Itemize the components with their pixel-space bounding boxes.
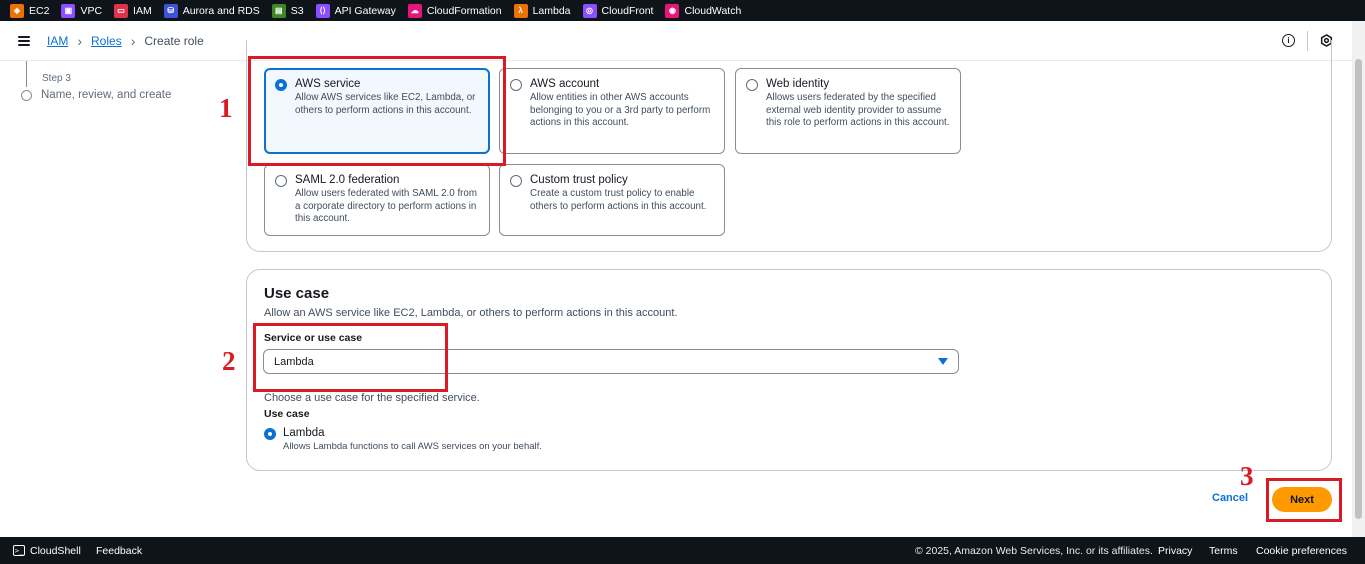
- entity-option-custom-trust-policy[interactable]: Custom trust policy Create a custom trus…: [499, 164, 725, 236]
- breadcrumb: IAM › Roles › Create role: [47, 34, 204, 48]
- entity-option-title: Custom trust policy: [530, 174, 628, 186]
- s3-icon: ▤: [271, 3, 286, 18]
- use-case-option-title[interactable]: Lambda: [283, 427, 325, 439]
- service-shortcut-api-gateway[interactable]: ⟨⟩ API Gateway: [315, 3, 396, 18]
- rds-icon: ⛁: [163, 3, 178, 18]
- cloudshell-icon[interactable]: >_: [13, 545, 25, 556]
- console-footer: >_ CloudShell Feedback © 2025, Amazon We…: [0, 537, 1365, 564]
- service-select-value: Lambda: [274, 355, 314, 368]
- use-case-option-desc: Allows Lambda functions to call AWS serv…: [283, 441, 542, 452]
- cloudformation-icon: ☁: [407, 3, 422, 18]
- service-shortcut-cloudwatch[interactable]: ◉ CloudWatch: [665, 3, 741, 18]
- lambda-icon: λ: [513, 3, 528, 18]
- entity-option-title: SAML 2.0 federation: [295, 174, 400, 186]
- service-shortcut-ec2[interactable]: ◈ EC2: [10, 3, 49, 18]
- feedback-link[interactable]: Feedback: [96, 545, 142, 557]
- cloudfront-icon: ◎: [582, 3, 597, 18]
- entity-option-desc: Create a custom trust policy to enable o…: [530, 188, 707, 212]
- radio-selected-icon[interactable]: [275, 79, 287, 91]
- entity-option-title: Web identity: [766, 78, 830, 90]
- step-number: Step 3: [42, 73, 71, 84]
- service-shortcut-cloudformation[interactable]: ☁ CloudFormation: [407, 3, 502, 18]
- page-scrollbar[interactable]: [1352, 21, 1365, 556]
- entity-option-web-identity[interactable]: Web identity Allows users federated by t…: [735, 68, 961, 154]
- trusted-entity-panel: AWS service Allow AWS services like EC2,…: [246, 40, 1332, 252]
- annotation-number-3: 3: [1240, 461, 1254, 491]
- entity-option-desc: Allows users federated by the specified …: [766, 92, 950, 128]
- entity-option-desc: Allow AWS services like EC2, Lambda, or …: [295, 92, 476, 116]
- cookie-preferences-link[interactable]: Cookie preferences: [1256, 545, 1347, 557]
- service-shortcut-cloudfront[interactable]: ◎ CloudFront: [582, 3, 653, 18]
- entity-option-aws-service[interactable]: AWS service Allow AWS services like EC2,…: [264, 68, 490, 154]
- use-case-description: Allow an AWS service like EC2, Lambda, o…: [264, 307, 678, 319]
- annotation-number-1: 1: [219, 93, 233, 123]
- ec2-icon: ◈: [10, 3, 24, 18]
- service-field-label: Service or use case: [264, 332, 363, 344]
- entity-option-title: AWS service: [295, 78, 361, 90]
- iam-icon: ▭: [114, 3, 129, 18]
- use-case-hint: Choose a use case for the specified serv…: [264, 392, 480, 404]
- radio-icon[interactable]: [510, 175, 522, 187]
- api-gateway-icon: ⟨⟩: [315, 3, 330, 18]
- use-case-panel: Use case Allow an AWS service like EC2, …: [246, 269, 1332, 471]
- terms-link[interactable]: Terms: [1209, 545, 1238, 557]
- hamburger-menu-icon[interactable]: [18, 36, 30, 46]
- step-name[interactable]: Name, review, and create: [41, 89, 171, 101]
- caret-down-icon[interactable]: [938, 358, 948, 365]
- entity-option-desc: Allow users federated with SAML 2.0 from…: [295, 188, 478, 224]
- service-shortcut-bar: ◈ EC2 ▣ VPC ▭ IAM ⛁ Aurora and RDS ▤ S3 ⟨⟩ API…: [0, 0, 1365, 21]
- breadcrumb-roles[interactable]: Roles: [91, 34, 122, 48]
- radio-icon[interactable]: [275, 175, 287, 187]
- radio-icon[interactable]: [510, 79, 522, 91]
- use-case-options-label: Use case: [264, 408, 310, 420]
- service-shortcut-s3[interactable]: ▤ S3: [271, 3, 304, 18]
- vpc-icon: ▣: [61, 3, 76, 18]
- breadcrumb-iam[interactable]: IAM: [47, 34, 68, 48]
- service-shortcut-lambda[interactable]: λ Lambda: [513, 3, 571, 18]
- step-connector: [26, 61, 27, 87]
- chevron-right-icon: ›: [77, 33, 83, 49]
- service-select[interactable]: Lambda: [263, 349, 959, 374]
- radio-icon[interactable]: [746, 79, 758, 91]
- step-indicator-icon: [21, 90, 32, 101]
- annotation-number-2: 2: [222, 346, 236, 376]
- chevron-right-icon: ›: [130, 33, 136, 49]
- cancel-button[interactable]: Cancel: [1212, 492, 1248, 504]
- entity-option-title: AWS account: [530, 78, 600, 90]
- breadcrumb-current: Create role: [144, 34, 204, 48]
- copyright-text: © 2025, Amazon Web Services, Inc. or its…: [915, 545, 1153, 557]
- cloudwatch-icon: ◉: [665, 3, 680, 18]
- entity-option-saml-federation[interactable]: SAML 2.0 federation Allow users federate…: [264, 164, 490, 236]
- next-button[interactable]: Next: [1272, 487, 1332, 512]
- entity-option-desc: Allow entities in other AWS accounts bel…: [530, 92, 711, 128]
- radio-selected-icon[interactable]: [264, 428, 276, 440]
- service-shortcut-rds[interactable]: ⛁ Aurora and RDS: [163, 3, 260, 18]
- service-shortcut-vpc[interactable]: ▣ VPC: [61, 3, 102, 18]
- service-shortcut-iam[interactable]: ▭ IAM: [114, 3, 152, 18]
- scroll-thumb[interactable]: [1355, 59, 1362, 519]
- use-case-heading: Use case: [264, 285, 330, 302]
- cloudshell-link[interactable]: CloudShell: [30, 545, 81, 557]
- privacy-link[interactable]: Privacy: [1158, 545, 1192, 557]
- entity-option-aws-account[interactable]: AWS account Allow entities in other AWS …: [499, 68, 725, 154]
